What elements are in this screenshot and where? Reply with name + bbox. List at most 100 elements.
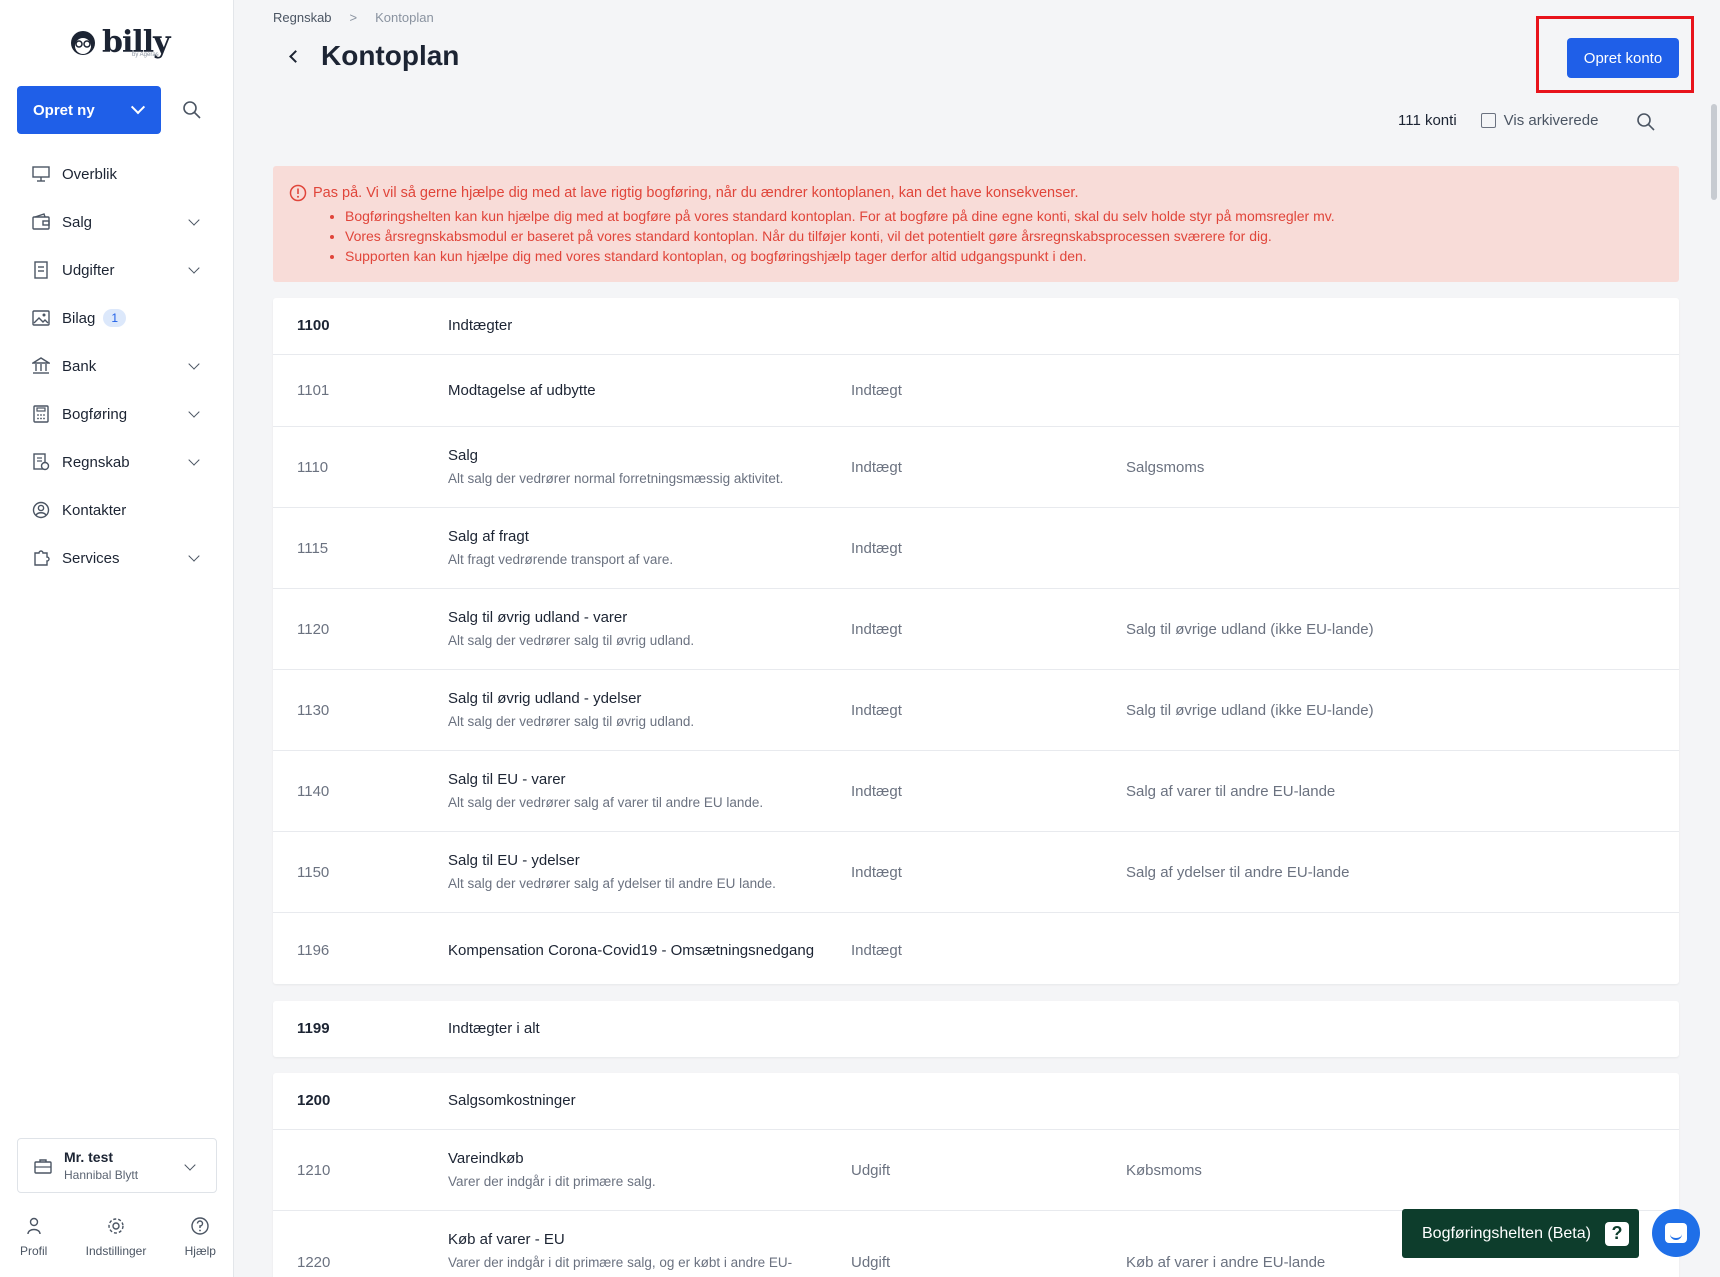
group-header-row[interactable]: 1200 Salgsomkostninger [273,1073,1679,1129]
chevron-down-icon [188,550,200,562]
vat-rate: Salg til øvrige udland (ikke EU-lande) [1126,702,1374,719]
account-name: Salg til øvrig udland - ydelser [448,690,642,707]
vat-rate: Salg af ydelser til andre EU-lande [1126,864,1350,881]
help-button[interactable]: Hjælp [185,1216,216,1258]
account-description: Alt salg der vedrører salg af ydelser ti… [448,876,776,891]
breadcrumb-link[interactable]: Regnskab [273,10,332,25]
receipt-icon [34,261,48,279]
account-description: Varer der indgår i dit primære salg, og … [448,1255,793,1270]
alert-bullet: Supporten kan kun hjælpe dig med vores s… [345,246,1679,266]
account-description: Alt salg der vedrører salg til øvrig udl… [448,714,695,729]
sidebar-item-udgifter[interactable]: Udgifter [0,246,234,294]
wallet-icon [32,213,50,230]
account-number: 1210 [297,1162,331,1179]
table-row[interactable]: 1150 Salg til EU - ydelser Alt salg der … [273,831,1679,912]
show-archived-checkbox[interactable] [1480,113,1496,128]
bookkeeping-hero-button[interactable]: Bogføringshelten (Beta) ? [1402,1209,1639,1258]
chevron-down-icon [188,262,200,274]
breadcrumb: Regnskab > Kontoplan [273,10,434,25]
account-name: Vareindkøb [448,1150,524,1167]
sidebar-item-services[interactable]: Services [0,534,234,582]
create-account-button[interactable]: Opret konto [1567,38,1679,78]
table-row[interactable]: 1115 Salg af fragt Alt fragt vedrørende … [273,507,1679,588]
account-type: Indtægt [851,621,902,638]
chevron-down-icon [130,100,146,115]
account-description: Alt salg der vedrører normal forretnings… [448,471,784,486]
account-type: Indtægt [851,864,902,881]
sidebar-item-regnskab[interactable]: Regnskab [0,438,234,486]
sidebar-item-salg[interactable]: Salg [0,198,234,246]
table-row[interactable]: 1101 Modtagelse af udbytte Indtægt [273,354,1679,426]
account-number: 1196 [297,942,330,959]
vat-rate: Salg til øvrige udland (ikke EU-lande) [1126,621,1374,638]
sidebar-nav: Overblik Salg Udgifter Bilag 1 Bank Bogf… [0,150,234,582]
billy-face-icon [71,31,95,55]
user-circle-icon [32,501,50,519]
bookkeeping-hero-label: Bogføringshelten (Beta) [1422,1224,1591,1242]
image-icon [32,310,50,326]
organization-name: Mr. test [64,1149,114,1165]
chevron-down-icon [184,1159,196,1171]
presentation-icon [32,166,50,182]
question-chat-icon: ? [1604,1221,1629,1246]
sidebar-item-kontakter[interactable]: Kontakter [0,486,234,534]
sidebar-item-bilag[interactable]: Bilag 1 [0,294,234,342]
sidebar: billy by Ageras Opret ny Overblik Salg U… [0,0,234,1277]
chevron-down-icon [188,406,200,418]
account-description: Alt salg der vedrører salg af varer til … [448,795,764,810]
account-name: Modtagelse af udbytte [448,382,596,399]
alert-bullet: Bogføringshelten kan kun hjælpe dig med … [345,206,1679,226]
search-icon[interactable] [1636,112,1656,132]
account-number: 1199 [297,1020,330,1037]
settings-button[interactable]: Indstillinger [86,1216,146,1258]
account-name: Indtægter i alt [448,1020,540,1037]
account-description: Varer der indgår i dit primære salg. [448,1174,656,1189]
account-name: Salg [448,447,479,464]
group-header-row[interactable]: 1199 Indtægter i alt [273,1001,1679,1057]
account-number: 1110 [297,459,329,476]
group-header-row[interactable]: 1100 Indtægter [273,298,1679,354]
account-description: Alt salg der vedrører salg til øvrig udl… [448,633,695,648]
list-toolbar: 111 konti Vis arkiverede [1398,112,1598,129]
sidebar-item-bank[interactable]: Bank [0,342,234,390]
table-row[interactable]: 1130 Salg til øvrig udland - ydelser Alt… [273,669,1679,750]
vat-rate: Køb af varer i andre EU-lande [1126,1254,1326,1271]
alert-circle-icon [289,184,307,202]
brand-sub: by Ageras [132,52,159,58]
chat-launcher-button[interactable] [1652,1209,1700,1257]
organization-switcher[interactable]: Mr. test Hannibal Blytt [17,1138,217,1193]
account-type: Indtægt [851,540,902,557]
account-group: 1199 Indtægter i alt [273,1001,1679,1057]
account-name: Salg af fragt [448,528,529,545]
sidebar-item-label: Salg [62,213,93,231]
profile-button[interactable]: Profil [20,1216,47,1258]
back-arrow-icon[interactable] [286,48,302,64]
scrollbar-thumb[interactable] [1711,104,1717,200]
account-group: 1100 Indtægter 1101 Modtagelse af udbytt… [273,298,1679,984]
sidebar-item-label: Kontakter [62,501,127,519]
show-archived-label[interactable]: Vis arkiverede [1504,112,1599,129]
account-name: Indtægter [448,317,513,334]
briefcase-icon [34,1158,52,1174]
alert-list: Bogføringshelten kan kun hjælpe dig med … [345,206,1679,266]
account-type: Indtægt [851,382,902,399]
sidebar-item-overblik[interactable]: Overblik [0,150,234,198]
breadcrumb-separator-icon: > [349,10,358,25]
report-icon [33,453,50,471]
user-name: Hannibal Blytt [64,1168,139,1182]
table-row[interactable]: 1196 Kompensation Corona-Covid19 - Omsæt… [273,912,1679,984]
table-row[interactable]: 1110 Salg Alt salg der vedrører normal f… [273,426,1679,507]
gear-icon [108,1218,124,1234]
account-number: 1220 [297,1254,331,1271]
sidebar-item-label: Overblik [62,165,118,183]
create-new-button[interactable]: Opret ny [17,86,161,134]
account-number: 1200 [297,1092,331,1109]
page-title: Kontoplan [321,40,460,71]
account-number: 1101 [297,382,330,399]
table-row[interactable]: 1140 Salg til EU - varer Alt salg der ve… [273,750,1679,831]
table-row[interactable]: 1210 Vareindkøb Varer der indgår i dit p… [273,1129,1679,1210]
billy-logo[interactable]: billy by Ageras [68,20,171,64]
sidebar-item-bogforing[interactable]: Bogføring [0,390,234,438]
table-row[interactable]: 1120 Salg til øvrig udland - varer Alt s… [273,588,1679,669]
search-icon[interactable] [182,100,202,120]
